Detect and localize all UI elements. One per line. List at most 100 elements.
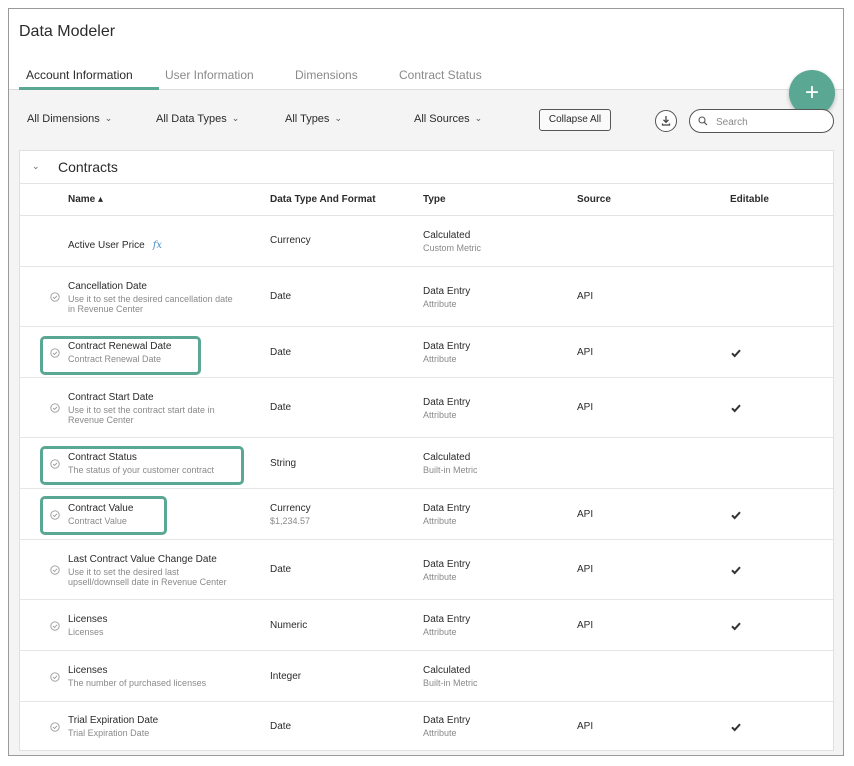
table-row[interactable]: Trial Expiration Date Trial Expiration Da… — [20, 702, 833, 751]
field-description: Trial Expiration Date — [68, 728, 150, 738]
field-type: Data Entry — [423, 286, 471, 297]
data-types-filter[interactable]: All Data Types ⌄ — [156, 113, 239, 125]
field-description: Licenses — [68, 627, 104, 637]
contracts-panel: ⌄ Contracts Name ▴ Data Type And Format … — [19, 150, 834, 751]
data-type: Date — [270, 291, 292, 302]
field-name: Last Contract Value Change Date — [68, 554, 217, 565]
chevron-down-icon: ⌄ — [231, 113, 240, 123]
field-source: API — [577, 564, 594, 575]
collapse-all-button[interactable]: Collapse All — [539, 109, 611, 131]
field-type: Data Entry — [423, 503, 471, 514]
circle-check-icon — [50, 292, 60, 302]
data-type: Date — [270, 402, 292, 413]
column-name[interactable]: Name ▴ — [68, 194, 103, 205]
field-name-group: Active User Price fx — [68, 235, 162, 253]
field-source: API — [577, 402, 594, 413]
field-subtype: Attribute — [423, 516, 457, 526]
field-name: Contract Renewal Date — [68, 341, 172, 352]
column-editable[interactable]: Editable — [730, 194, 769, 205]
data-types-filter-label: All Data Types — [156, 113, 227, 125]
circle-check-icon — [50, 565, 60, 575]
field-subtype: Attribute — [423, 728, 457, 738]
field-description: Use it to set the contract start date in… — [68, 405, 215, 425]
types-filter-label: All Types — [285, 113, 330, 125]
circle-check-icon — [50, 510, 60, 520]
app-window: Data Modeler Account Information User In… — [8, 8, 844, 756]
field-type: Data Entry — [423, 715, 471, 726]
field-type: Data Entry — [423, 559, 471, 570]
checkmark-icon — [731, 349, 741, 358]
section-title: Contracts — [58, 159, 118, 175]
table-row[interactable]: Licenses Licenses Numeric Data Entry Attribu… — [20, 600, 833, 651]
table-row[interactable]: Cancellation Date Use it to set the desir… — [20, 267, 833, 327]
field-source: API — [577, 291, 594, 302]
data-type: Currency — [270, 235, 311, 246]
field-subtype: Built-in Metric — [423, 678, 478, 688]
field-source: API — [577, 347, 594, 358]
field-type: Data Entry — [423, 397, 471, 408]
column-data-type[interactable]: Data Type And Format — [270, 194, 376, 205]
table-row[interactable]: Contract Value Contract Value Currency $1,2… — [20, 489, 833, 540]
field-subtype: Attribute — [423, 572, 457, 582]
chevron-down-icon: ⌄ — [104, 113, 113, 123]
field-name: Cancellation Date — [68, 281, 147, 292]
checkmark-icon — [731, 723, 741, 732]
field-name: Contract Start Date — [68, 392, 154, 403]
field-description: Use it to set the desired last upsell/do… — [68, 567, 227, 587]
search-box[interactable] — [689, 109, 834, 133]
field-description: Contract Renewal Date — [68, 354, 162, 364]
checkmark-icon — [731, 566, 741, 575]
table-row[interactable]: Contract Start Date Use it to set the con… — [20, 378, 833, 438]
field-source: API — [577, 509, 594, 520]
checkmark-icon — [731, 404, 741, 413]
field-name: Active User Price — [68, 240, 145, 251]
column-source[interactable]: Source — [577, 194, 611, 205]
chevron-down-icon[interactable]: ⌄ — [32, 161, 40, 172]
field-subtype: Attribute — [423, 299, 457, 309]
section-header[interactable]: ⌄ Contracts — [20, 151, 833, 184]
sources-filter[interactable]: All Sources ⌄ — [414, 113, 482, 125]
field-name: Licenses — [68, 665, 108, 676]
tab-account-information[interactable]: Account Information — [26, 67, 133, 89]
table-row[interactable]: Last Contract Value Change Date Use it to… — [20, 540, 833, 600]
circle-check-icon — [50, 403, 60, 413]
filter-toolbar: All Dimensions ⌄ All Data Types ⌄ All Type… — [9, 89, 843, 149]
field-description: Use it to set the desired cancellation d… — [68, 294, 233, 314]
field-source: API — [577, 620, 594, 631]
tab-dimensions[interactable]: Dimensions — [295, 67, 358, 89]
column-type[interactable]: Type — [423, 194, 446, 205]
download-button[interactable] — [655, 110, 677, 132]
table-row[interactable]: Contract Status The status of your custom… — [20, 438, 833, 489]
field-type: Data Entry — [423, 341, 471, 352]
checkmark-icon — [731, 622, 741, 631]
table-row[interactable]: Contract Renewal Date Contract Renewal Da… — [20, 327, 833, 378]
circle-check-icon — [50, 348, 60, 358]
data-type: Integer — [270, 671, 302, 682]
table-row[interactable]: Licenses The number of purchased licenses… — [20, 651, 833, 702]
chevron-down-icon: ⌄ — [334, 113, 342, 123]
field-subtype: Built-in Metric — [423, 465, 478, 475]
field-description: The number of purchased licenses — [68, 678, 207, 688]
types-filter[interactable]: All Types ⌄ — [285, 113, 342, 125]
data-type: String — [270, 458, 297, 469]
data-type: Currency — [270, 503, 311, 514]
chevron-down-icon: ⌄ — [474, 113, 483, 123]
field-subtype: Attribute — [423, 410, 457, 420]
download-icon — [661, 116, 671, 126]
field-subtype: Attribute — [423, 627, 457, 637]
field-description: The status of your customer contract — [68, 465, 215, 475]
search-icon — [698, 116, 708, 126]
circle-check-icon — [50, 672, 60, 682]
header: Data Modeler Account Information User In… — [9, 9, 843, 90]
field-type: Calculated — [423, 665, 471, 676]
tab-contract-status[interactable]: Contract Status — [399, 67, 482, 89]
search-input[interactable] — [714, 113, 828, 131]
table-header: Name ▴ Data Type And Format Type Source … — [20, 183, 833, 216]
formula-icon[interactable]: fx — [153, 240, 162, 251]
field-subtype: Attribute — [423, 354, 457, 364]
table-row[interactable]: Active User Price fx Currency Calculated Cus… — [20, 215, 833, 267]
tab-user-information[interactable]: User Information — [165, 67, 254, 89]
dimensions-filter[interactable]: All Dimensions ⌄ — [27, 113, 112, 125]
field-name: Contract Status — [68, 452, 137, 463]
field-type: Calculated — [423, 230, 471, 241]
